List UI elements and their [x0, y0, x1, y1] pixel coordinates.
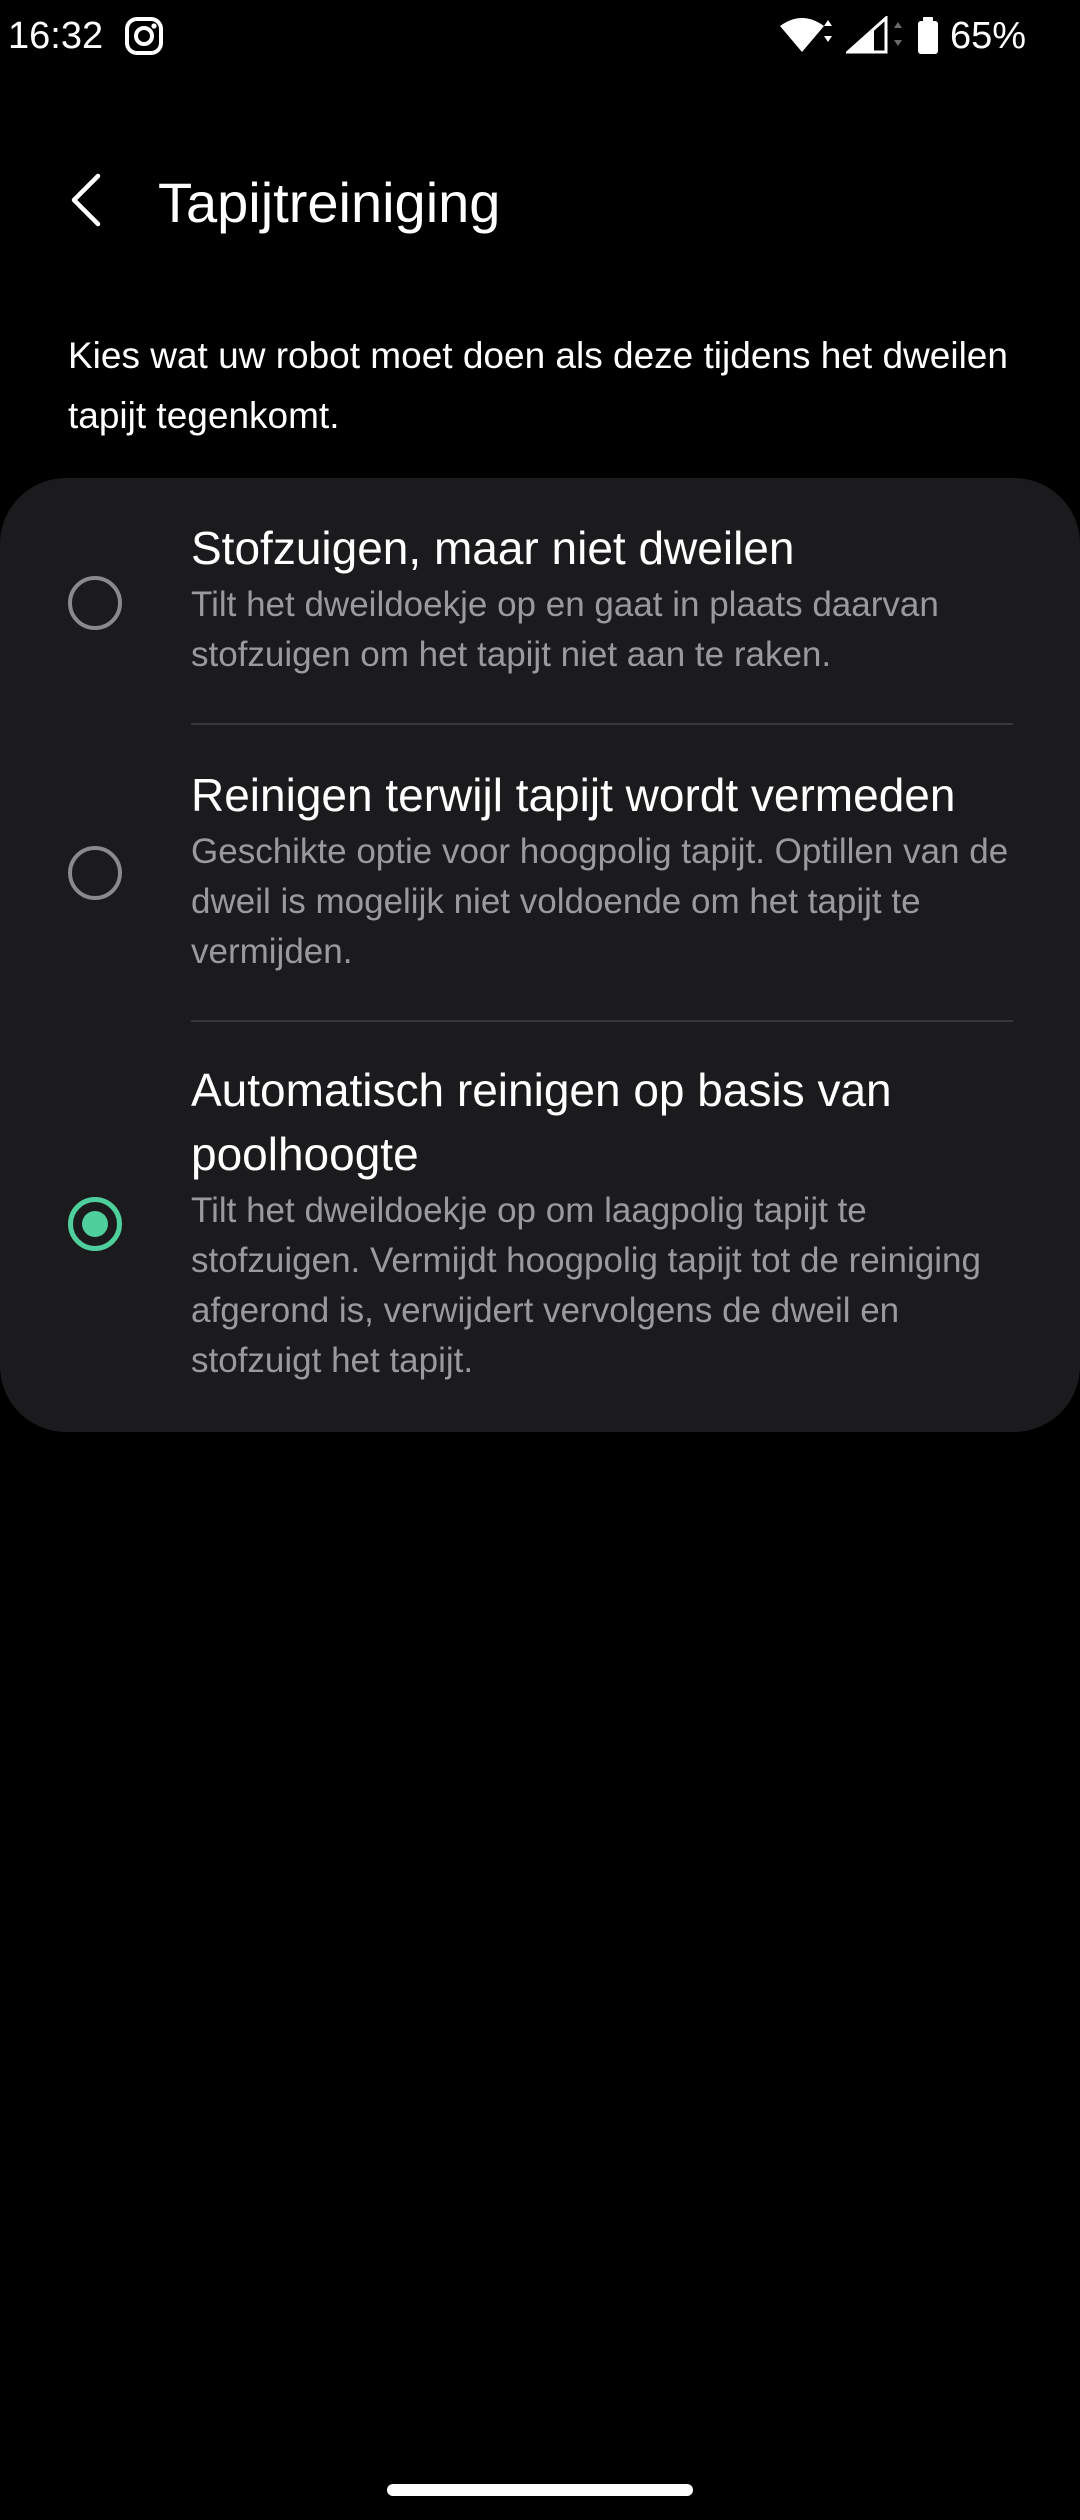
option-title: Automatisch reinigen op basis van poolho…	[191, 1064, 892, 1180]
radio-button[interactable]	[68, 576, 122, 630]
option-description: Tilt het dweildoekje op en gaat in plaat…	[191, 585, 939, 674]
instagram-icon	[124, 16, 164, 56]
option-avoid-carpet[interactable]: Reinigen terwijl tapijt wordt vermeden G…	[0, 725, 1080, 1021]
radio-button[interactable]	[68, 846, 122, 900]
option-auto-pile-height[interactable]: Automatisch reinigen op basis van poolho…	[0, 1022, 1080, 1432]
home-indicator[interactable]	[387, 2484, 693, 2496]
status-indicators: 65%	[778, 12, 1026, 60]
page-title: Tapijtreiniging	[158, 171, 501, 234]
cellular-signal-icon	[845, 16, 906, 56]
option-description: Geschikte optie voor hoogpolig tapijt. O…	[191, 832, 1009, 971]
status-time: 16:32	[8, 15, 104, 57]
option-title: Reinigen terwijl tapijt wordt vermeden	[191, 769, 956, 821]
wifi-icon	[778, 16, 836, 56]
back-button[interactable]	[54, 162, 118, 242]
option-title: Stofzuigen, maar niet dweilen	[191, 522, 795, 574]
option-vacuum-no-mop[interactable]: Stofzuigen, maar niet dweilen Tilt het d…	[0, 478, 1080, 724]
chevron-left-icon	[66, 172, 106, 233]
options-card: Stofzuigen, maar niet dweilen Tilt het d…	[0, 478, 1080, 1432]
page-description: Kies wat uw robot moet doen als deze tij…	[68, 335, 1008, 436]
status-bar: 16:32 65%	[0, 0, 1080, 72]
option-description: Tilt het dweildoekje op om laagpolig tap…	[191, 1191, 981, 1380]
radio-button-selected[interactable]	[68, 1197, 122, 1251]
battery-percentage: 65%	[949, 15, 1026, 57]
battery-icon	[916, 16, 940, 56]
